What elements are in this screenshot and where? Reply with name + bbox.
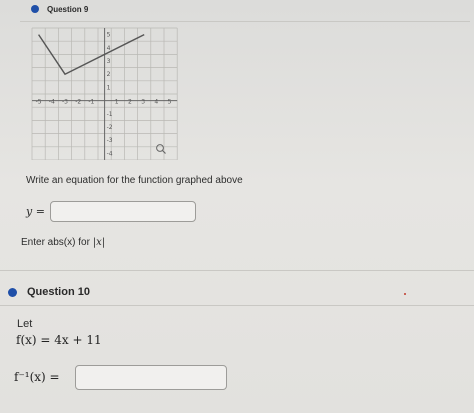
x-tick-label: 2 bbox=[128, 99, 132, 106]
inverse-answer-label: f⁻¹(x) = bbox=[14, 370, 60, 384]
x-tick-label: -4 bbox=[49, 99, 55, 106]
x-tick-label: -2 bbox=[75, 99, 81, 106]
x-tick-label: 3 bbox=[141, 99, 145, 106]
stray-dot bbox=[404, 293, 406, 295]
question-9-header: Question 9 bbox=[0, 0, 474, 18]
magnifier-icon bbox=[156, 144, 164, 152]
question-9-prompt: Write an equation for the function graph… bbox=[26, 175, 243, 186]
divider bbox=[0, 270, 474, 271]
y-tick-label: 2 bbox=[107, 71, 111, 78]
x-tick-label: 1 bbox=[115, 99, 119, 106]
divider bbox=[0, 305, 474, 306]
y-tick-label: 1 bbox=[107, 84, 111, 91]
y-tick-label: -1 bbox=[107, 111, 113, 118]
equation-answer-input[interactable] bbox=[50, 201, 196, 222]
graph-svg: -5-4-3-2-11234554321-1-2-3-4-5 bbox=[31, 27, 178, 160]
function-graph: -5-4-3-2-11234554321-1-2-3-4-5 bbox=[24, 24, 180, 160]
question-bullet-icon bbox=[31, 5, 39, 13]
abs-hint: Enter abs(x) for |x| bbox=[21, 237, 105, 248]
x-tick-label: -1 bbox=[88, 99, 94, 106]
y-tick-label: -3 bbox=[107, 137, 113, 144]
y-tick-label: -2 bbox=[107, 124, 113, 131]
function-equation: f(x) = 4x + 11 bbox=[16, 333, 102, 347]
y-tick-label: -4 bbox=[107, 150, 113, 157]
y-tick-label: 3 bbox=[107, 58, 111, 65]
question-9-title: Question 9 bbox=[47, 4, 89, 14]
abs-hint-math: |x| bbox=[92, 237, 106, 248]
y-tick-label: 4 bbox=[107, 45, 111, 52]
answer-label-y: y = bbox=[26, 205, 45, 218]
question-10-title: Question 10 bbox=[27, 286, 90, 298]
x-tick-label: 5 bbox=[168, 99, 172, 106]
inverse-answer-input[interactable] bbox=[75, 365, 227, 390]
divider bbox=[20, 21, 470, 22]
y-tick-label: 5 bbox=[107, 32, 111, 39]
let-label: Let bbox=[17, 318, 33, 330]
x-tick-label: -5 bbox=[36, 99, 42, 106]
abs-hint-text: Enter abs(x) for bbox=[21, 237, 93, 248]
x-tick-label: -3 bbox=[62, 99, 68, 106]
question-10-header: Question 10 bbox=[0, 282, 474, 302]
question-bullet-icon bbox=[8, 287, 17, 297]
x-tick-label: 4 bbox=[154, 99, 158, 106]
